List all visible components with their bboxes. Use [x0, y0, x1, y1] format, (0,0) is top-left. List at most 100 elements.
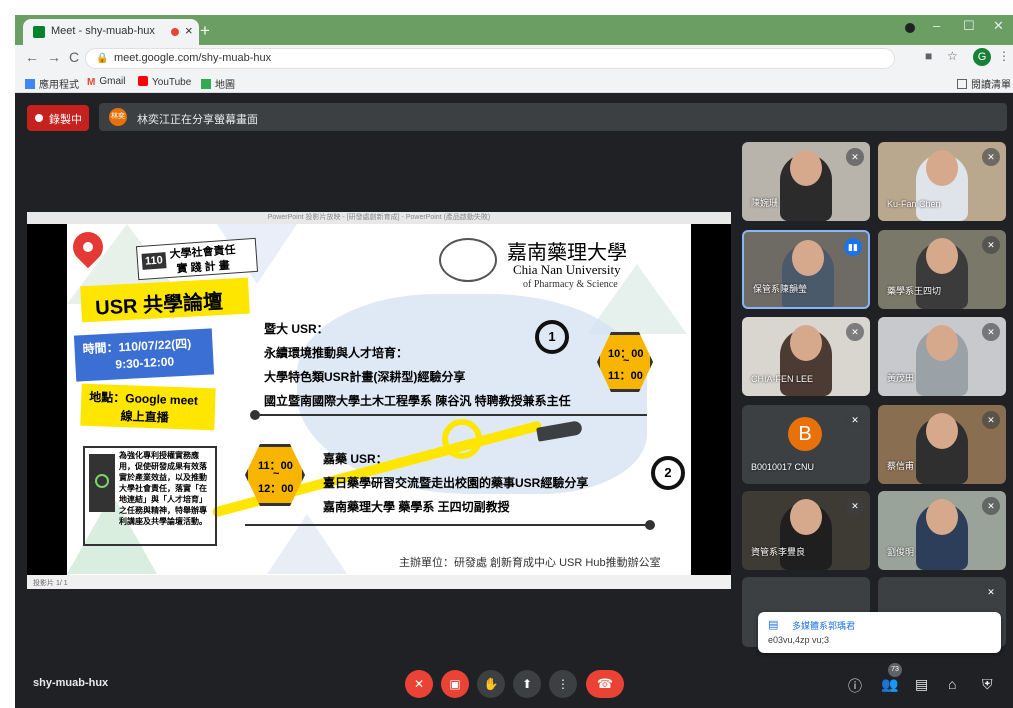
participant-tile[interactable]: B ✕ B0010017 CNU	[742, 405, 870, 484]
participant-name: 劉俊明	[887, 547, 915, 557]
participant-initial-avatar: B	[788, 417, 822, 451]
present-button[interactable]: ⬆	[513, 670, 541, 698]
participant-tile[interactable]: ✕ CHIA-FEN LEE	[742, 317, 870, 396]
talk2-divider	[245, 524, 651, 526]
participant-tile[interactable]: ✕ 劉俊明	[878, 491, 1006, 570]
lock-icon: 🔒	[96, 53, 109, 64]
meet-favicon-icon	[33, 26, 45, 38]
raise-hand-button[interactable]: ✋	[477, 670, 505, 698]
reload-icon[interactable]: C	[69, 49, 79, 65]
bookmark-star-icon[interactable]: ☆	[947, 49, 958, 63]
talk1-time-end: 11：00	[608, 370, 643, 382]
talk1-line1: 永續環境推動與人才培育：	[264, 346, 409, 360]
divider-dot	[645, 520, 655, 530]
bookmark-youtube[interactable]: YouTube	[138, 76, 191, 88]
decor-triangle	[267, 514, 347, 574]
camera-icon[interactable]: ■	[925, 49, 932, 63]
bookmarks-bar: 應用程式 M Gmail YouTube 地圖 閱讀清單	[15, 71, 1013, 93]
participant-name: 藥學系王四切	[887, 286, 942, 296]
chat-icon[interactable]: ▤	[915, 676, 928, 693]
time-box: 時間：110/07/22(四) 9:30-12:00	[73, 328, 215, 382]
talk2-school: 嘉藥 USR：	[323, 452, 388, 466]
participant-tile[interactable]: ✕ 藥學系王四切	[878, 230, 1006, 309]
powerpoint-titlebar: PowerPoint 投影片放映 - [研發處創新育成] - PowerPoin…	[27, 212, 731, 224]
participant-face	[926, 238, 958, 274]
shared-screen: PowerPoint 投影片放映 - [研發處創新育成] - PowerPoin…	[27, 212, 731, 589]
talk1-line2: 大學特色類USR計畫(深耕型)經驗分享	[264, 370, 466, 384]
forward-icon[interactable]: →	[47, 49, 61, 65]
activities-icon[interactable]: ⌂	[948, 676, 956, 692]
participant-count-badge: 73	[888, 663, 902, 677]
purpose-text: 為強化專利授權實務應用，促使研發成果有效落實於產業效益，以及推動大學社會責任，落…	[119, 451, 207, 526]
participant-tile[interactable]: ✕ 陳婉珊	[742, 142, 870, 221]
participant-tile[interactable]: ✕ 黃茂田	[878, 317, 1006, 396]
reading-list-label: 閱讀清單	[971, 80, 1011, 91]
new-tab-button[interactable]: +	[200, 21, 210, 41]
participant-name: 蔡信甫	[887, 461, 915, 471]
participant-tile[interactable]: ✕ 資管系李豐良	[742, 491, 870, 570]
phone-hangup-icon: ☎	[596, 676, 614, 691]
media-control-icon[interactable]	[905, 23, 915, 33]
tab-close-icon[interactable]: ×	[185, 23, 193, 38]
chat-notification[interactable]: ▤ 多媒體系郭瑀君 e03vu,4zp vu;3	[758, 612, 1001, 653]
mic-off-icon: ✕	[982, 411, 1000, 429]
talk2-line1: 臺日藥學研習交流暨走出校園的藥事USR經驗分享	[323, 476, 589, 490]
reading-list[interactable]: 閱讀清單	[957, 76, 1011, 91]
bookmark-label: Gmail	[99, 76, 126, 87]
time-label: 時間：110/07/22(四)	[82, 336, 192, 357]
hand-icon: ✋	[483, 677, 499, 691]
slide: 110 大學社會責任 實 踐 計 畫 USR 共學論壇 時間：110/07/22…	[67, 224, 691, 575]
back-icon[interactable]: ←	[25, 49, 39, 65]
mic-off-icon: ✕	[982, 323, 1000, 341]
bookmark-apps[interactable]: 應用程式	[25, 76, 79, 91]
time-range: 9:30-12:00	[115, 354, 175, 372]
mic-off-icon: ✕	[846, 148, 864, 166]
bookmark-maps[interactable]: 地圖	[201, 76, 235, 91]
meeting-details-icon[interactable]: ⓘ	[848, 676, 862, 696]
presenting-banner: 林奕 林奕江正在分享螢幕畫面	[99, 103, 1007, 131]
maps-icon	[201, 79, 211, 89]
forum-title: USR 共學論壇	[94, 290, 224, 320]
camera-toggle-button[interactable]: ▣	[441, 670, 469, 698]
participant-face	[926, 413, 958, 449]
participant-tile[interactable]: ✕ 蔡信甫	[878, 405, 1006, 484]
people-icon[interactable]: 👥	[881, 676, 898, 693]
more-options-button[interactable]: ⋮	[549, 670, 577, 698]
power-symbol	[95, 474, 109, 488]
powerpoint-statusbar: 投影片 1/ 1	[27, 575, 731, 589]
participant-name: 保管系陳韻瑩	[753, 284, 808, 294]
participant-tile-active[interactable]: ▮▮ 保管系陳韻瑩	[742, 230, 870, 309]
presenter-avatar: 林奕	[109, 108, 127, 126]
talk1-divider	[257, 414, 647, 416]
minimize-icon[interactable]: –	[933, 18, 940, 33]
apps-grid-icon	[25, 79, 35, 89]
mic-off-icon: ✕	[846, 323, 864, 341]
address-bar[interactable]: 🔒 meet.google.com/shy-muab-hux	[85, 48, 895, 69]
recording-badge[interactable]: 錄製中	[27, 105, 89, 131]
forum-title-box: USR 共學論壇	[80, 277, 250, 323]
profile-avatar[interactable]: G	[973, 48, 991, 66]
purpose-box: 為強化專利授權實務應用，促使研發成果有效落實於產業效益，以及推動大學社會責任，落…	[83, 446, 217, 546]
participant-tile[interactable]: ✕ Ku-Fan Chen	[878, 142, 1006, 221]
tab-meet[interactable]: Meet - shy-muab-hux ×	[23, 19, 199, 45]
bookmark-label: YouTube	[152, 77, 192, 88]
talk1-number-badge: 1	[535, 320, 569, 354]
mic-off-icon: ✕	[846, 411, 864, 429]
menu-icon[interactable]: ⋮	[998, 49, 1010, 63]
bookmark-gmail[interactable]: M Gmail	[87, 76, 126, 88]
talk2-line2: 嘉南藥理大學 藥學系 王四切副教授	[323, 500, 510, 514]
camera-off-icon: ▣	[449, 677, 461, 691]
recording-indicator-icon	[171, 28, 179, 36]
close-window-icon[interactable]: ✕	[993, 18, 1004, 34]
mic-off-icon: ✕	[982, 497, 1000, 515]
browser-toolbar: ← → C 🔒 meet.google.com/shy-muab-hux ■ ☆…	[15, 45, 1013, 71]
mic-toggle-button[interactable]: ✕	[405, 670, 433, 698]
leave-call-button[interactable]: ☎	[586, 670, 624, 698]
participant-name: 陳婉珊	[751, 198, 779, 208]
participant-name: Ku-Fan Chen	[887, 199, 941, 209]
host-controls-icon[interactable]: ⛨	[982, 676, 993, 693]
participant-name: 黃茂田	[887, 373, 915, 383]
maximize-icon[interactable]: ☐	[963, 18, 975, 34]
bookmark-label: 應用程式	[39, 80, 79, 91]
speaking-icon: ▮▮	[844, 238, 862, 256]
